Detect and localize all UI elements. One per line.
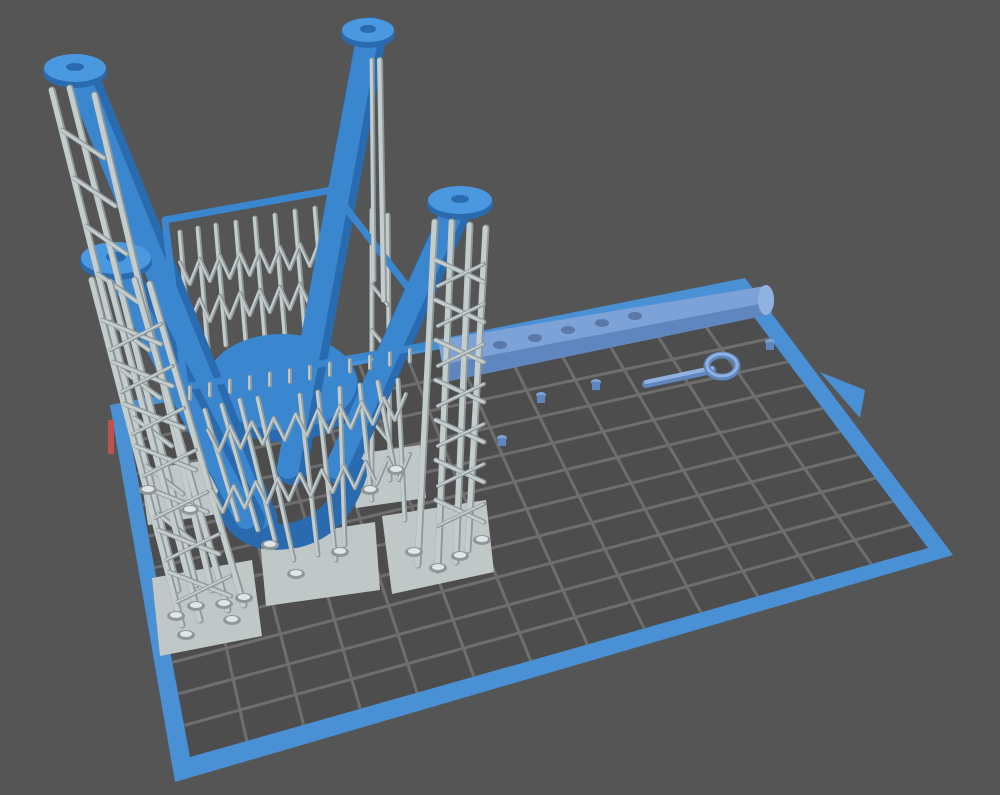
pin-part: [536, 392, 546, 403]
support-foot: [290, 570, 302, 576]
support-strut: [208, 295, 221, 322]
support-strut: [248, 289, 261, 316]
support-strut: [252, 216, 266, 340]
3d-viewport[interactable]: [0, 0, 1000, 795]
pin-part: [591, 379, 601, 390]
support-foot: [334, 548, 346, 554]
support-strut: [233, 220, 247, 344]
support-foot: [190, 602, 202, 608]
support-strut: [268, 286, 281, 313]
support-foot: [408, 548, 420, 554]
support-foot: [170, 612, 182, 618]
support-strut: [272, 213, 286, 337]
support-strut: [292, 209, 306, 333]
support-strut: [188, 258, 201, 285]
support-strut: [288, 283, 301, 310]
support-foot: [180, 631, 192, 637]
support-foot: [390, 466, 402, 472]
support-foot: [238, 594, 250, 600]
support-foot: [364, 486, 376, 492]
scene-svg[interactable]: [0, 0, 1000, 795]
support-foot: [218, 600, 230, 606]
support-foot: [476, 536, 488, 542]
support-strut: [369, 58, 375, 282]
bed-edge-marker: [108, 420, 114, 454]
support-strut: [228, 292, 241, 319]
support-foot: [226, 616, 238, 622]
support-strut: [213, 223, 227, 347]
support-strut: [433, 298, 485, 324]
support-foot: [264, 541, 276, 547]
rod-end-cap: [758, 285, 774, 315]
support-foot: [432, 564, 444, 570]
support-foot: [454, 552, 466, 558]
pin-part: [497, 435, 507, 446]
pin-part: [765, 339, 775, 350]
support-foot: [142, 486, 154, 492]
support-strut: [436, 303, 485, 327]
support-foot: [184, 506, 196, 512]
